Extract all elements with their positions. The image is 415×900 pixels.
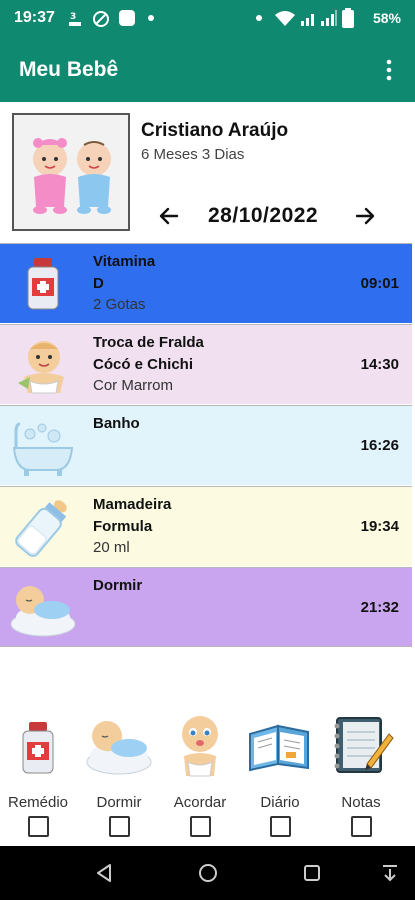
dormir-checkbox[interactable] xyxy=(109,816,130,837)
wifi-icon xyxy=(275,11,295,26)
sleeping-baby-icon xyxy=(10,586,76,637)
event-note: Cor Marrom xyxy=(93,377,174,394)
action-label: Diário xyxy=(260,794,300,811)
event-row[interactable]: Mamadeira Formula 20 ml 19:34 xyxy=(0,486,412,566)
battery-percentage: 58% xyxy=(372,10,401,26)
twin-babies-image xyxy=(33,138,111,214)
action-label: Remédio xyxy=(7,794,69,811)
event-title: Vitamina xyxy=(93,253,156,270)
action-label: Notas xyxy=(341,794,381,811)
diary-book-icon xyxy=(249,724,309,772)
event-time: 19:34 xyxy=(360,518,399,535)
event-time: 09:01 xyxy=(360,275,399,292)
signal-icon xyxy=(321,10,337,26)
event-note: 20 ml xyxy=(93,539,130,556)
home-icon[interactable] xyxy=(197,862,219,884)
sleeping-baby-icon xyxy=(86,721,152,775)
event-title: Troca de Fralda xyxy=(93,334,204,351)
app-bar: Meu Bebê xyxy=(0,38,415,102)
event-title: Banho xyxy=(93,415,140,432)
remedio-checkbox[interactable] xyxy=(28,816,49,837)
event-detail: Cócó e Chichi xyxy=(93,356,194,373)
event-title: Dormir xyxy=(93,577,143,594)
diaper-baby-icon xyxy=(18,341,64,394)
arrow-left-icon[interactable] xyxy=(157,204,181,228)
baby-name: Cristiano Araújo xyxy=(141,120,289,141)
action-acordar[interactable]: Acordar xyxy=(160,710,240,811)
arrow-right-icon[interactable] xyxy=(353,204,377,228)
quick-actions: Remédio Dormir Acordar Diário Notas xyxy=(0,700,415,846)
baby-bottle-icon xyxy=(15,500,67,557)
notebook-icon xyxy=(334,717,394,773)
event-title: Mamadeira xyxy=(93,496,172,513)
event-detail: D xyxy=(93,275,104,292)
event-row[interactable]: Banho 16:26 xyxy=(0,405,412,485)
data-saver-icon xyxy=(93,11,109,27)
current-date: 28/10/2022 xyxy=(208,204,319,227)
event-time: 16:26 xyxy=(360,437,399,454)
dot-icon xyxy=(148,15,154,21)
signal-icon xyxy=(301,14,314,26)
baby-photo[interactable] xyxy=(12,113,130,231)
action-dormir[interactable]: Dormir xyxy=(79,710,159,811)
notas-checkbox[interactable] xyxy=(351,816,372,837)
event-detail: Formula xyxy=(93,518,153,535)
event-time: 21:32 xyxy=(360,599,399,616)
more-vert-icon[interactable] xyxy=(377,58,401,82)
event-row[interactable]: Troca de Fralda Cócó e Chichi Cor Marrom… xyxy=(0,324,412,404)
awake-baby-icon xyxy=(182,716,218,777)
battery-icon xyxy=(342,8,354,28)
action-notas[interactable]: Notas xyxy=(321,710,401,811)
event-row[interactable]: Dormir 21:32 xyxy=(0,567,412,647)
sim-icon: 3 xyxy=(69,12,81,26)
medicine-bottle-icon xyxy=(22,722,54,774)
event-note: 2 Gotas xyxy=(93,296,146,313)
recents-icon[interactable] xyxy=(301,862,323,884)
bathtub-icon xyxy=(12,422,74,476)
baby-profile: Cristiano Araújo 6 Meses 3 Dias 28/10/20… xyxy=(0,102,415,242)
back-icon[interactable] xyxy=(93,862,115,884)
action-label: Dormir xyxy=(96,794,142,811)
dot-icon xyxy=(256,15,262,21)
action-diario[interactable]: Diário xyxy=(240,710,320,811)
app-title: Meu Bebê xyxy=(19,58,119,81)
action-label: Acordar xyxy=(173,794,227,811)
svg-text:3: 3 xyxy=(70,12,76,22)
event-time: 14:30 xyxy=(360,356,399,373)
status-bar: 19:37 3 58% xyxy=(0,0,415,38)
medicine-bottle-icon xyxy=(27,258,59,310)
diario-checkbox[interactable] xyxy=(270,816,291,837)
system-navigation-bar xyxy=(0,846,415,900)
acordar-checkbox[interactable] xyxy=(190,816,211,837)
baby-age: 6 Meses 3 Dias xyxy=(141,146,245,163)
event-row[interactable]: Vitamina D 2 Gotas 09:01 xyxy=(0,243,412,323)
action-remedio[interactable]: Remédio xyxy=(0,710,78,811)
keyboard-hide-icon[interactable] xyxy=(379,862,401,884)
status-time: 19:37 xyxy=(14,9,55,26)
app-notification-icon xyxy=(119,10,135,26)
